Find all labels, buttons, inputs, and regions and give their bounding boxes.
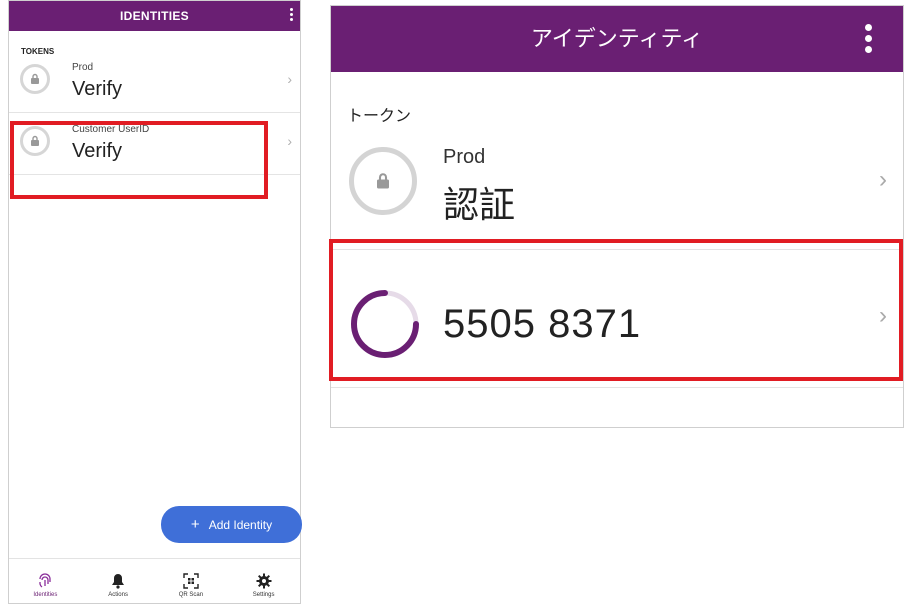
screen-title: IDENTITIES [119, 9, 189, 23]
nav-label: Identities [33, 592, 58, 598]
token-row-prod[interactable]: Prod 認証 › [331, 132, 903, 250]
chevron-right-icon: › [287, 71, 292, 87]
nav-qr-scan[interactable]: QR Scan [155, 559, 228, 603]
nav-label: QR Scan [178, 592, 204, 598]
bell-icon [112, 574, 125, 589]
chevron-right-icon: › [879, 302, 887, 329]
identities-screen-japanese: アイデンティティ トークン Prod 認証 › 5505 8371 › [330, 5, 904, 428]
nav-settings[interactable]: Settings [227, 559, 300, 603]
token-row-code[interactable]: 5505 8371 › [331, 250, 903, 388]
identities-screen: IDENTITIES TOKENS Prod Verify › Customer… [8, 0, 302, 604]
token-value: Verify [72, 78, 123, 100]
token-value: Verify [72, 140, 123, 162]
chevron-right-icon: › [287, 133, 292, 149]
section-label: TOKENS [21, 47, 55, 56]
token-row-customer-userid[interactable]: Customer UserID Verify › [9, 113, 300, 175]
qr-scan-icon [183, 573, 199, 589]
lock-icon [349, 147, 417, 215]
bottom-navigation: Identities Actions QR Scan Settings [9, 558, 300, 603]
more-menu-icon[interactable] [290, 8, 294, 23]
app-bar: アイデンティティ [331, 6, 903, 72]
countdown-timer-icon [351, 290, 419, 358]
one-time-code: 5505 8371 [443, 302, 642, 346]
fingerprint-icon [39, 573, 52, 588]
add-identity-button[interactable]: + Add Identity [161, 506, 302, 543]
gear-icon [256, 573, 272, 589]
nav-actions[interactable]: Actions [82, 559, 155, 603]
add-identity-label: Add Identity [208, 518, 273, 532]
screen-title: アイデンティティ [530, 26, 704, 51]
app-bar: IDENTITIES [9, 1, 300, 31]
token-row-prod[interactable]: Prod Verify › [9, 51, 300, 113]
token-name: Prod [443, 146, 486, 168]
lock-icon [20, 64, 50, 94]
token-name: Customer UserID [72, 124, 150, 135]
token-name: Prod [72, 62, 94, 73]
section-label: トークン [347, 108, 412, 125]
nav-identities[interactable]: Identities [9, 559, 82, 603]
token-value: 認証 [443, 184, 516, 225]
lock-icon [20, 126, 50, 156]
nav-label: Actions [108, 592, 128, 598]
nav-label: Settings [252, 592, 275, 598]
plus-icon: + [190, 516, 200, 533]
chevron-right-icon: › [879, 166, 887, 193]
more-menu-icon[interactable] [865, 24, 873, 57]
